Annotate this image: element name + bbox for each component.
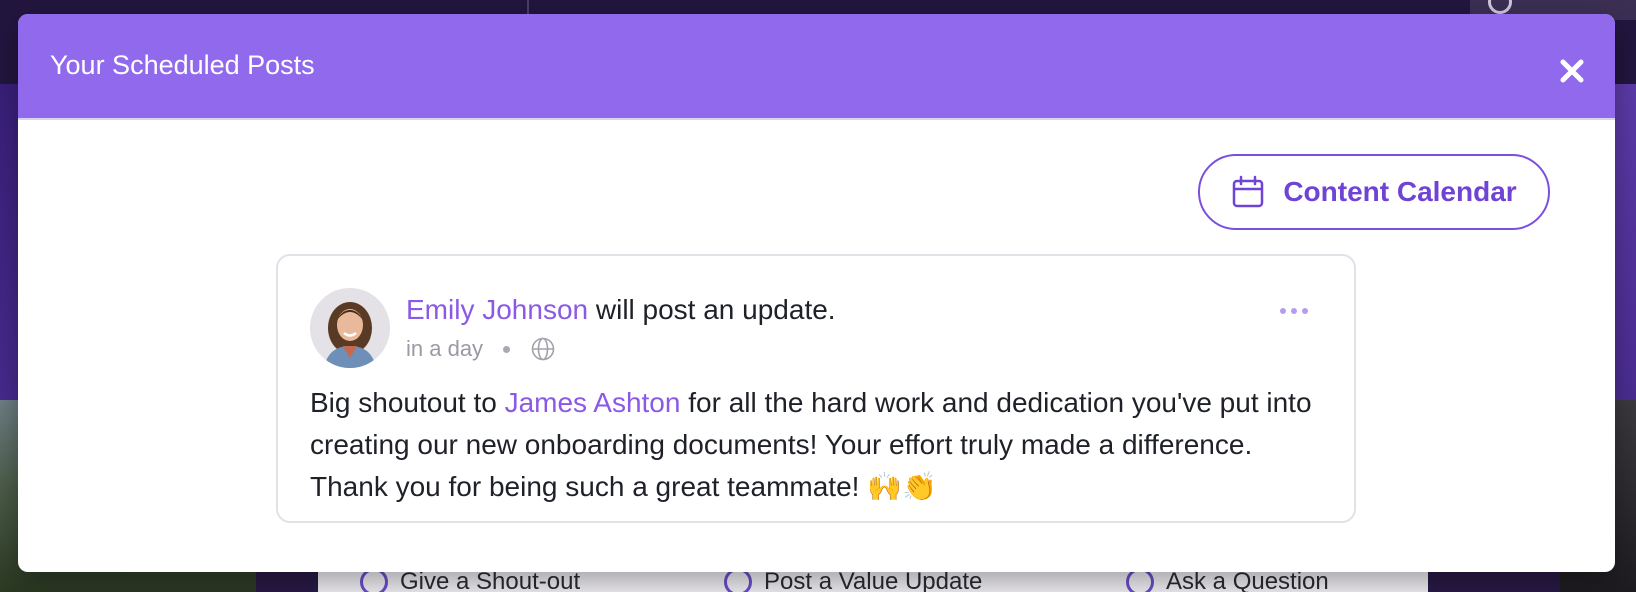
- topbar-separator: [527, 0, 529, 14]
- more-icon: [1291, 308, 1297, 314]
- mention-link[interactable]: James Ashton: [505, 387, 681, 418]
- more-icon: [1280, 308, 1286, 314]
- meta-separator: [503, 345, 511, 353]
- search-icon: [1488, 0, 1512, 14]
- modal-header: Your Scheduled Posts: [18, 14, 1615, 120]
- post-body-prefix: Big shoutout to: [310, 387, 505, 418]
- content-calendar-label: Content Calendar: [1283, 176, 1517, 207]
- calendar-icon: [1233, 175, 1264, 208]
- avatar[interactable]: [310, 288, 390, 368]
- close-button[interactable]: [1557, 56, 1587, 86]
- author-name[interactable]: Emily Johnson: [406, 294, 588, 325]
- modal-title: Your Scheduled Posts: [50, 50, 315, 80]
- scheduled-post-card: Emily Johnson will post an update. in a …: [276, 254, 1356, 523]
- close-icon: [1560, 59, 1584, 83]
- post-body: Big shoutout to James Ashton for all the…: [310, 382, 1320, 508]
- post-action-text: will post an update.: [588, 294, 836, 325]
- globe-icon: [531, 337, 555, 361]
- more-icon: [1302, 308, 1308, 314]
- post-meta: in a day: [406, 336, 556, 362]
- avatar-image: [310, 288, 390, 368]
- content-calendar-button[interactable]: Content Calendar: [1198, 154, 1550, 230]
- more-options-button[interactable]: [1280, 304, 1314, 318]
- schedule-time: in a day: [406, 336, 484, 361]
- scheduled-posts-modal: Your Scheduled Posts Content Calendar Em…: [18, 14, 1615, 572]
- post-header: Emily Johnson will post an update.: [406, 294, 836, 326]
